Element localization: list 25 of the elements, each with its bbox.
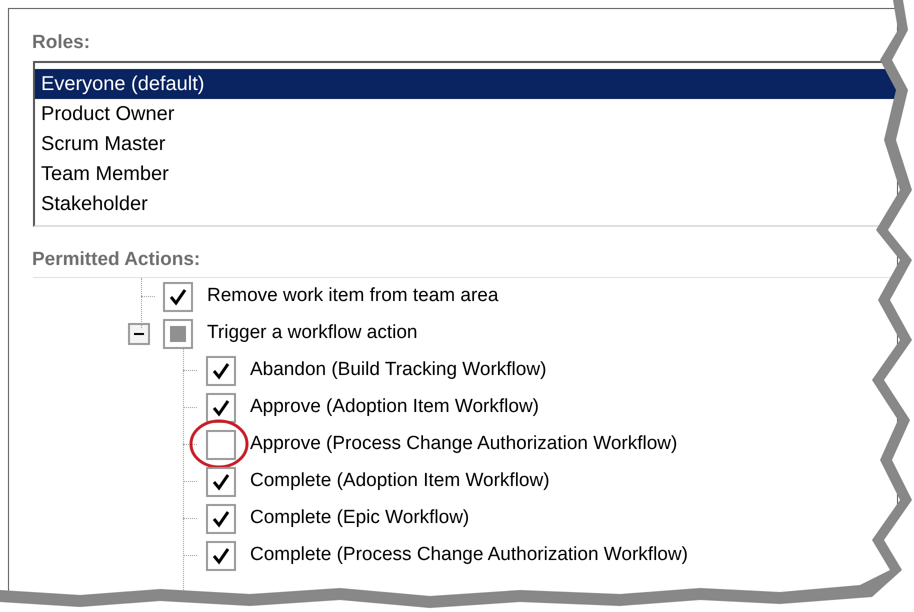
action-label: Approve (Adoption Item Workflow) <box>250 395 539 420</box>
checkbox[interactable] <box>206 356 236 386</box>
role-item[interactable]: Team Member <box>35 159 897 189</box>
checkbox[interactable] <box>163 282 193 312</box>
checkbox[interactable] <box>206 392 236 422</box>
action-label: Complete (Adoption Item Workflow) <box>250 469 550 494</box>
action-label: Trigger a workflow action <box>207 321 418 346</box>
action-label: Abandon (Build Tracking Workflow) <box>250 358 546 382</box>
role-item[interactable]: Stakeholder <box>35 189 897 219</box>
collapse-icon[interactable] <box>128 323 150 345</box>
role-item[interactable]: Scrum Master <box>35 129 897 159</box>
checkbox[interactable] <box>206 430 236 460</box>
action-label: Remove work item from team area <box>207 284 498 308</box>
action-label: Complete (Process Change Authorization Workflow) <box>250 543 688 568</box>
checkbox[interactable] <box>206 504 236 534</box>
roles-label: Roles: <box>32 31 90 55</box>
role-item[interactable]: Product Owner <box>35 99 897 129</box>
roles-list[interactable]: Everyone (default) Product Owner Scrum Master Team Member Stakeholder <box>33 61 897 227</box>
checkbox[interactable] <box>163 318 193 348</box>
action-label: Approve (Process Change Authorization Workflow) <box>250 432 678 456</box>
role-item[interactable]: Everyone (default) <box>35 69 897 99</box>
checkbox[interactable] <box>206 466 236 496</box>
checkbox[interactable] <box>206 540 236 570</box>
permitted-actions-label: Permitted Actions: <box>32 248 200 272</box>
action-label: Complete (Epic Workflow) <box>250 506 470 530</box>
